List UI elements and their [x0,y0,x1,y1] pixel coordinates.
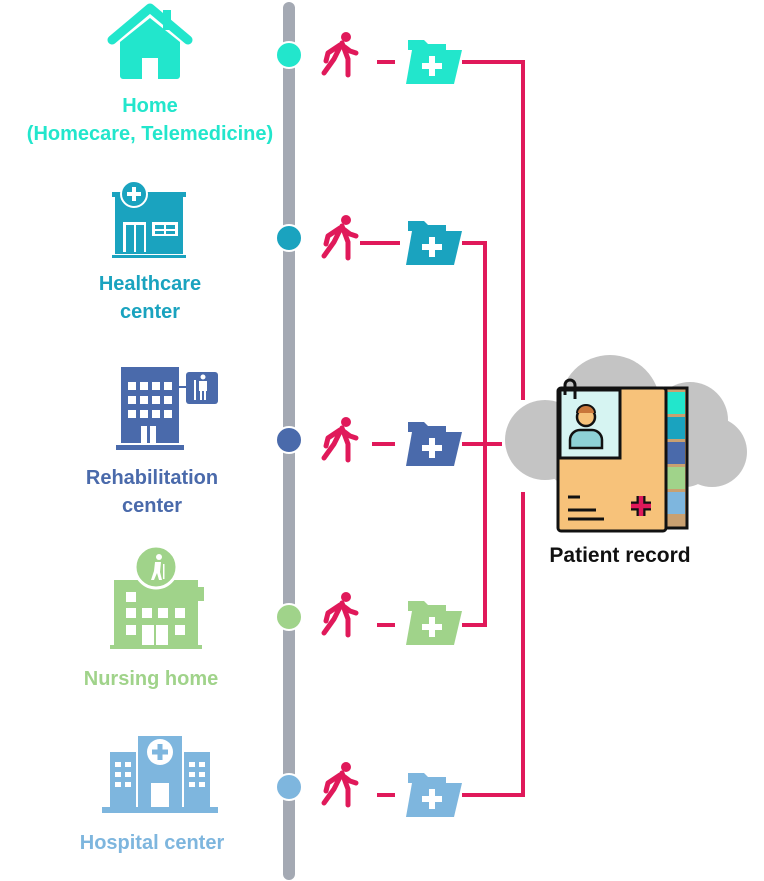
place-label-line1: Nursing home [83,668,219,690]
medical-folder-icon [406,221,462,265]
timeline-dot-nursing [275,603,303,631]
patient-record-label: Patient record [549,544,691,567]
walking-person-icon [324,33,356,76]
place-label-line2: (Homecare, Telemedicine) [26,123,274,145]
timeline-dot-healthcare [275,224,303,252]
hospital-icon [102,736,218,813]
patient-record-folder-icon [556,378,689,533]
place-label-line1: Home [122,95,178,117]
walking-person-icon [324,216,356,259]
medical-folder-icon [406,40,462,84]
walking-person-icon [324,763,356,806]
outer-connector [377,60,525,797]
place-label-line2: center [119,301,181,323]
nursing-home-icon [110,544,204,649]
place-label-hospital: Hospital center [2,829,302,857]
house-icon [107,3,193,79]
place-label-line1: Hospital center [79,832,225,854]
timeline-dot-rehabilitation [275,426,303,454]
walking-person-icon [324,593,356,636]
walking-person-icon [324,418,356,461]
place-label-line1: Rehabilitation [85,467,219,489]
clinic-icon [112,180,186,258]
medical-folder-icon [406,601,462,645]
timeline-dot-home [275,41,303,69]
medical-folder-icon [406,773,462,817]
place-label-line1: Healthcare [98,273,202,295]
timeline-dot-hospital [275,773,303,801]
place-label-home: Home (Homecare, Telemedicine) [0,92,300,148]
place-label-healthcare: Healthcare center [0,270,300,326]
place-label-nursing: Nursing home [1,665,301,693]
place-label-rehabilitation: Rehabilitation center [2,464,302,520]
place-label-line2: center [121,495,183,517]
medical-folder-icon [406,422,462,466]
rehab-building-icon [116,367,218,450]
